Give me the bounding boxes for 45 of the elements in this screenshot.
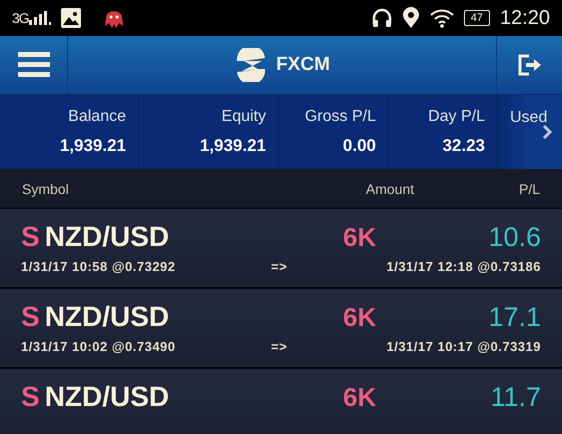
scroll-right-button[interactable]: [542, 125, 552, 139]
headphones-icon: [372, 8, 392, 28]
side-label: S: [21, 381, 40, 413]
position-row[interactable]: S NZD/USD 6K 10.6 1/31/17 10:58 @0.73292 => 1/31/17 12:18 @0.73186: [0, 209, 562, 289]
pl-value: 11.7: [490, 382, 541, 413]
arrow-label: =>: [271, 259, 288, 274]
summary-label: Gross P/L: [304, 108, 376, 126]
summary-value: 32.23: [442, 136, 485, 156]
column-header[interactable]: Amount: [366, 179, 414, 197]
column-header[interactable]: Symbol: [22, 179, 69, 197]
battery-level: 47: [464, 10, 490, 26]
column-header[interactable]: P/L: [518, 179, 540, 197]
arrow-label: =>: [271, 339, 288, 354]
side-label: S: [21, 301, 40, 333]
pl-value: 17.1: [488, 302, 541, 333]
clock: 12:20: [500, 6, 550, 30]
symbol-label: NZD/USD: [44, 301, 170, 333]
wifi-icon: [430, 8, 454, 28]
open-info: 1/31/17 10:58 @0.73292: [21, 259, 177, 274]
open-info: 1/31/17 10:02 @0.73490: [21, 339, 177, 354]
position-row[interactable]: S NZD/USD 6K 17.1 1/31/17 10:02 @0.73490 => 1/31/17 10:17 @0.73319: [0, 289, 562, 369]
image-icon: [60, 8, 81, 28]
summary-label: Balance: [68, 108, 126, 126]
close-info: 1/31/17 10:17 @0.73319: [386, 339, 541, 354]
chevron-icon: [542, 125, 552, 139]
amount-label: 6K: [343, 382, 376, 413]
location-icon: [402, 7, 420, 29]
symbol-label: NZD/USD: [44, 221, 170, 253]
summary-value: 0.00: [342, 136, 376, 156]
side-label: S: [21, 221, 40, 253]
summary-value: 1,939.21: [60, 136, 126, 156]
network-label: 3G: [12, 10, 29, 26]
amount-label: 6K: [343, 222, 376, 253]
signal-icon: [28, 10, 51, 26]
pl-value: 10.6: [488, 222, 541, 253]
summary-value: 1,939.21: [200, 136, 266, 156]
symbol-label: NZD/USD: [44, 381, 170, 413]
close-info: 1/31/17 12:18 @0.73186: [386, 259, 541, 274]
summary-label: Equity: [222, 108, 266, 126]
summary-label: Used: [510, 109, 548, 127]
summary-label: Day P/L: [428, 108, 485, 126]
amount-label: 6K: [343, 302, 376, 333]
logout-icon: [518, 54, 542, 76]
app-title: FXCM: [276, 54, 330, 76]
menu-icon: [18, 52, 50, 78]
